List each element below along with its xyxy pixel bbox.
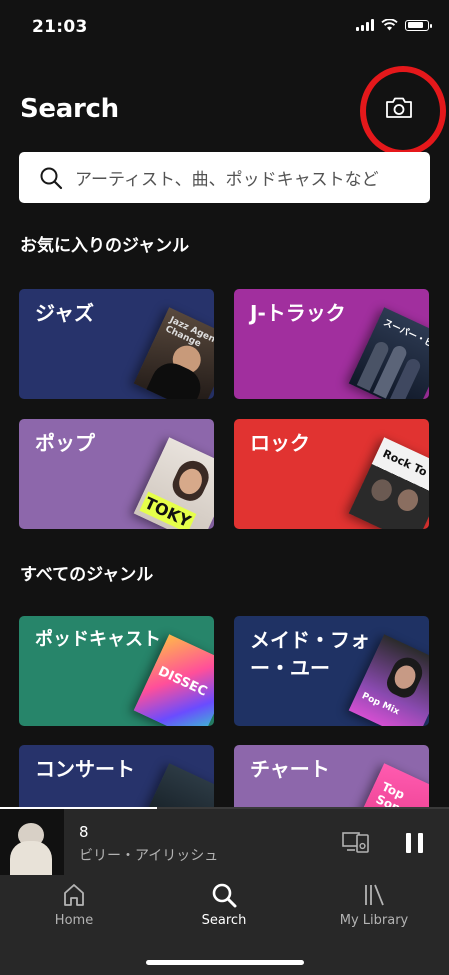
genre-tile-j-track[interactable]: J-トラック スーパー・ビ [234,289,429,399]
tab-home[interactable]: Home [14,881,134,928]
genre-label: コンサート [35,757,135,781]
status-icons [356,19,432,31]
cellular-signal-icon [356,19,374,31]
search-placeholder: アーティスト、曲、ポッドキャストなど [75,170,379,190]
genre-tile-podcast[interactable]: ポッドキャスト DISSEC [19,616,214,726]
genre-tile-rock[interactable]: ロック Rock To [234,419,429,529]
battery-icon [405,19,432,31]
connect-device-icon[interactable] [342,831,370,853]
genre-label: ジャズ [35,301,94,325]
tab-label: Search [201,913,247,928]
status-bar: 21:03 [0,0,449,56]
genre-label: ロック [250,431,310,455]
tab-my-library[interactable]: My Library [314,881,434,928]
genre-label: ポッドキャスト [35,629,161,650]
search-input[interactable]: アーティスト、曲、ポッドキャストなど [19,152,430,203]
library-icon [365,884,384,906]
track-title: 8 [79,823,89,841]
genre-tile-jazz[interactable]: ジャズ Jazz Agency Change [19,289,214,399]
mini-player[interactable]: 8 ビリー・アイリッシュ [0,809,449,875]
search-icon [212,883,237,908]
home-indicator [146,960,304,965]
genre-label: ポップ [35,431,95,455]
camera-button[interactable] [360,66,446,156]
tab-search[interactable]: Search [164,881,284,928]
genre-tile-made-for-you[interactable]: メイド・フォー・ユー Pop Mix [234,616,429,726]
cover-text: DISSEC [155,664,210,700]
genre-label: チャート [250,757,330,781]
camera-icon[interactable] [384,96,414,120]
genre-label: J-トラック [250,301,346,325]
track-artist: ビリー・アイリッシュ [79,848,219,864]
genre-tile-pop[interactable]: ポップ TOKY [19,419,214,529]
section-title-all: すべてのジャンル [20,565,154,585]
page-title: Search [20,94,119,124]
search-icon [39,166,63,190]
tab-label: My Library [339,913,409,928]
cover-text: Pop Mix [360,691,401,718]
cover-text: スーパー・ビ [381,317,429,350]
wifi-icon [381,19,398,31]
status-time: 21:03 [32,17,88,37]
album-cover-thumbnail [0,809,64,875]
cover-text: Rock To [380,447,429,479]
section-title-favorites: お気に入りのジャンル [20,236,190,256]
home-icon [64,884,84,906]
tab-label: Home [54,913,94,928]
pause-button[interactable] [406,833,424,853]
